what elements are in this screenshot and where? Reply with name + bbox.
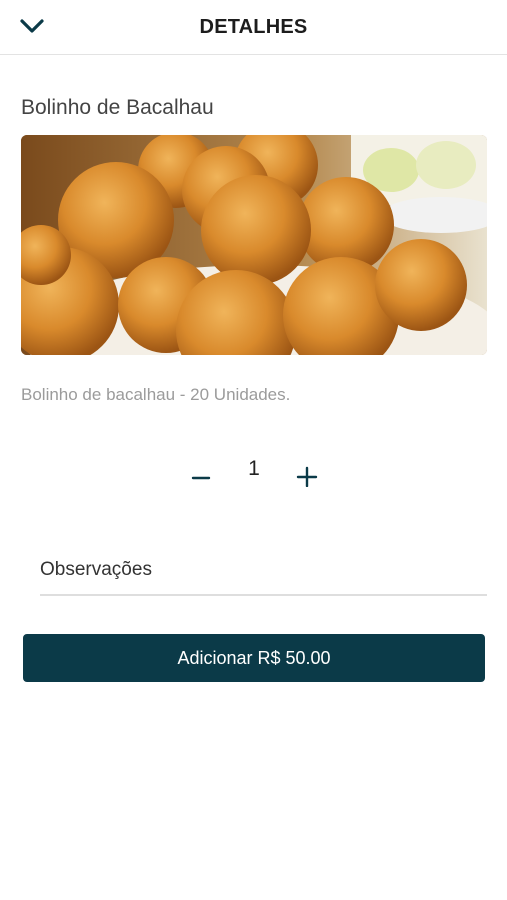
close-details-button[interactable] — [16, 12, 48, 44]
product-name: Bolinho de Bacalhau — [21, 96, 214, 119]
decrease-quantity-button[interactable] — [183, 460, 219, 496]
product-description: Bolinho de bacalhau - 20 Unidades. — [21, 385, 291, 404]
product-image — [21, 135, 487, 355]
add-to-cart-button[interactable]: Adicionar R$ 50.00 — [23, 634, 485, 682]
increase-quantity-button[interactable] — [289, 460, 325, 496]
notes-field[interactable] — [40, 545, 487, 596]
plus-icon — [296, 465, 318, 492]
chevron-down-icon — [19, 18, 45, 39]
quantity-value: 1 — [248, 457, 260, 480]
minus-icon — [191, 466, 211, 491]
quantity-stepper: 1 — [0, 452, 507, 500]
product-details-screen: DETALHES Bolinho de Bacalhau Bolinho de … — [0, 0, 507, 900]
top-bar: DETALHES — [0, 0, 507, 55]
page-title: DETALHES — [199, 15, 308, 38]
